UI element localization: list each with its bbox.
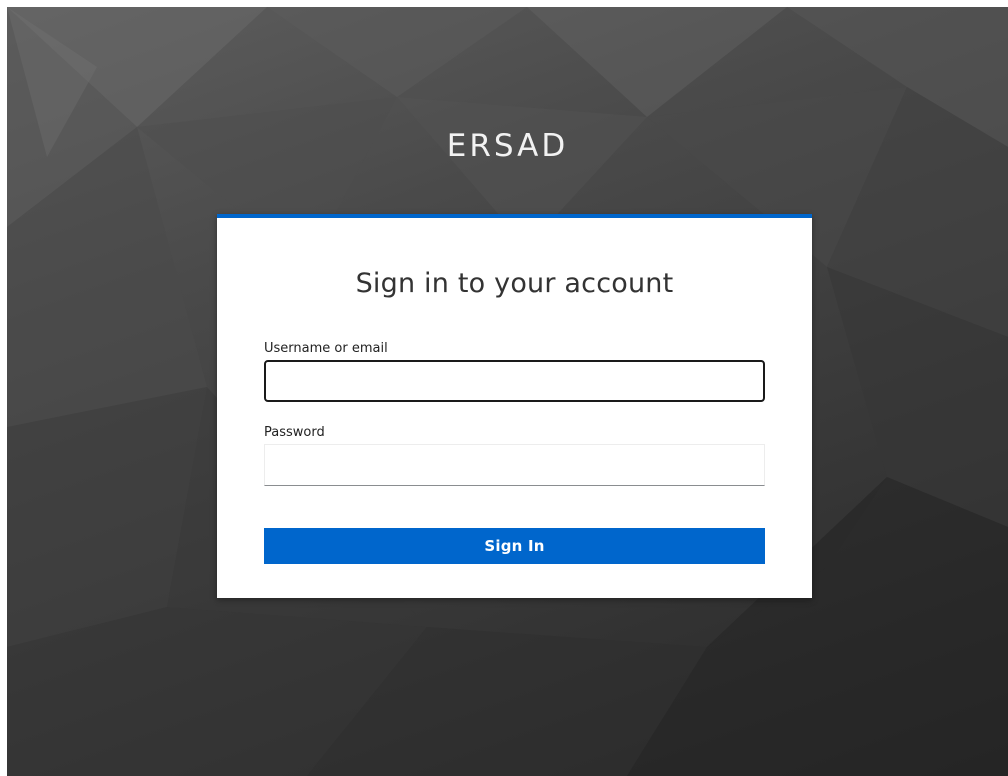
- login-card: Sign in to your account Username or emai…: [217, 214, 812, 598]
- browser-viewport: ERSAD Sign in to your account Username o…: [0, 0, 1008, 776]
- realm-title: ERSAD: [446, 127, 569, 164]
- sign-in-button[interactable]: Sign In: [264, 528, 765, 564]
- password-input[interactable]: [264, 444, 765, 486]
- username-input[interactable]: [264, 360, 765, 402]
- page-title: Sign in to your account: [355, 268, 674, 299]
- background-pattern: ERSAD Sign in to your account Username o…: [7, 7, 1008, 776]
- username-label: Username or email: [264, 341, 388, 356]
- password-label: Password: [264, 425, 325, 440]
